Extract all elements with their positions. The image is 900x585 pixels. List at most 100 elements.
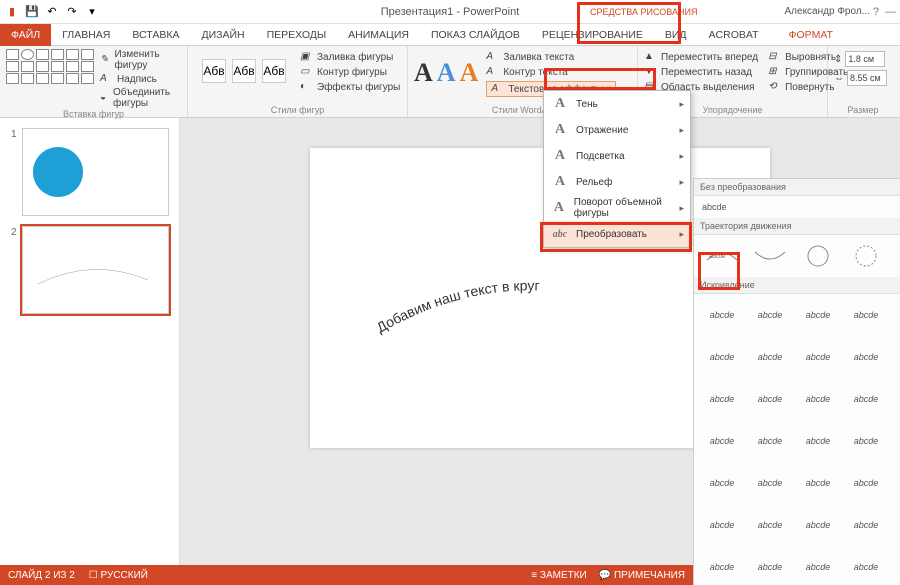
tab-slideshow[interactable]: ПОКАЗ СЛАЙДОВ bbox=[420, 24, 531, 46]
notes-button[interactable]: ≡ ЗАМЕТКИ bbox=[531, 570, 586, 581]
tab-file[interactable]: ФАЙЛ bbox=[0, 24, 51, 46]
text-fill-icon: A bbox=[486, 51, 500, 63]
warp-option[interactable]: abcde bbox=[798, 426, 838, 456]
warp-option[interactable]: abcde bbox=[846, 552, 886, 582]
warp-option[interactable]: abcde bbox=[798, 384, 838, 414]
help-icon[interactable]: ? bbox=[873, 6, 879, 18]
warp-option[interactable]: abcde bbox=[846, 342, 886, 372]
letter-a-icon: A bbox=[552, 122, 568, 138]
warp-follow-path-option[interactable] bbox=[798, 241, 838, 271]
warp-option[interactable]: abcde bbox=[846, 510, 886, 540]
warp-option[interactable]: abcde bbox=[798, 510, 838, 540]
warp-option[interactable]: abcde bbox=[702, 300, 742, 330]
chevron-right-icon: ▸ bbox=[679, 177, 684, 188]
slide-thumbnail-panel: 1 2 bbox=[0, 118, 180, 565]
minimize-icon[interactable]: — bbox=[885, 6, 896, 18]
bring-forward-button[interactable]: ▲Переместить вперед bbox=[644, 51, 758, 63]
chevron-right-icon: ▸ bbox=[679, 229, 684, 240]
warp-option[interactable]: abcde bbox=[846, 468, 886, 498]
fx-3drotation[interactable]: AПоворот объемной фигуры▸ bbox=[544, 195, 690, 221]
window-buttons: ? — bbox=[873, 6, 896, 18]
start-icon[interactable]: ▾ bbox=[84, 4, 100, 20]
warp-option[interactable]: abcde bbox=[798, 300, 838, 330]
warp-follow-path-option[interactable]: abcde bbox=[702, 241, 742, 271]
edit-shape-icon: ✎ bbox=[100, 54, 112, 66]
ribbon-group-shapes: ✎Изменить фигуру AНадпись ◒Объединить фи… bbox=[0, 46, 188, 117]
warp-option[interactable]: abcde bbox=[846, 426, 886, 456]
tab-transitions[interactable]: ПЕРЕХОДЫ bbox=[256, 24, 338, 46]
transform-gallery: Без преобразования abcde Траектория движ… bbox=[693, 178, 900, 585]
fx-shadow[interactable]: AТень▸ bbox=[544, 91, 690, 117]
warp-option[interactable]: abcde bbox=[750, 552, 790, 582]
language-indicator[interactable]: ☐ РУССКИЙ bbox=[89, 570, 148, 581]
textbox-icon: A bbox=[100, 73, 114, 85]
tab-review[interactable]: РЕЦЕНЗИРОВАНИЕ bbox=[531, 24, 654, 46]
warp-option[interactable]: abcde bbox=[846, 300, 886, 330]
warp-follow-path-option[interactable] bbox=[846, 241, 886, 271]
app-title: Презентация1 - PowerPoint bbox=[381, 6, 520, 18]
warp-option[interactable]: abcde bbox=[702, 426, 742, 456]
tab-animation[interactable]: АНИМАЦИЯ bbox=[337, 24, 420, 46]
save-icon[interactable]: 💾 bbox=[24, 4, 40, 20]
thumb-number: 1 bbox=[11, 129, 17, 140]
tab-format[interactable]: ФОРМАТ bbox=[778, 24, 844, 46]
wordart-gallery[interactable]: A A A bbox=[414, 58, 478, 88]
warp-option[interactable]: abcde bbox=[702, 510, 742, 540]
slide-counter[interactable]: СЛАЙД 2 ИЗ 2 bbox=[8, 570, 75, 581]
send-backward-button[interactable]: ▼Переместить назад bbox=[644, 66, 758, 78]
shape-outline-button[interactable]: ▭Контур фигуры bbox=[300, 66, 400, 78]
quick-access-toolbar: ▮ 💾 ↶ ↷ ▾ bbox=[0, 4, 104, 20]
tab-acrobat[interactable]: ACROBAT bbox=[698, 24, 770, 46]
merge-shapes-button[interactable]: ◒Объединить фигуры bbox=[100, 87, 181, 109]
edit-shape-button[interactable]: ✎Изменить фигуру bbox=[100, 49, 181, 71]
warp-option[interactable]: abcde bbox=[750, 468, 790, 498]
curved-text[interactable]: Добавим наш текст в круг bbox=[370, 268, 670, 348]
merge-icon: ◒ bbox=[100, 92, 110, 104]
slide-thumbnail[interactable]: 1 bbox=[22, 128, 169, 216]
align-icon: ⊟ bbox=[768, 51, 782, 63]
outline-icon: ▭ bbox=[300, 66, 314, 78]
app-icon: ▮ bbox=[4, 4, 20, 20]
warp-option[interactable]: abcde bbox=[846, 384, 886, 414]
width-input[interactable]: ⇔ 8.55 см bbox=[834, 70, 892, 86]
context-tab-group-label: СРЕДСТВА РИСОВАНИЯ bbox=[590, 7, 697, 17]
warp-follow-path-option[interactable] bbox=[750, 241, 790, 271]
user-name[interactable]: Александр Фрол... bbox=[785, 6, 871, 17]
tab-home[interactable]: ГЛАВНАЯ bbox=[51, 24, 121, 46]
warp-option[interactable]: abcde bbox=[750, 510, 790, 540]
text-fill-button[interactable]: AЗаливка текста bbox=[486, 51, 616, 63]
warp-option[interactable]: abcde bbox=[750, 300, 790, 330]
text-outline-button[interactable]: AКонтур текста bbox=[486, 66, 616, 78]
shape-fill-button[interactable]: ▣Заливка фигуры bbox=[300, 51, 400, 63]
fx-transform[interactable]: abcПреобразовать▸ bbox=[544, 221, 690, 247]
warp-option[interactable]: abcde bbox=[702, 342, 742, 372]
warp-option[interactable]: abcde bbox=[750, 342, 790, 372]
warp-none-option[interactable]: abcde bbox=[694, 196, 900, 218]
shape-style-gallery[interactable]: АбвАбвАбв bbox=[194, 55, 294, 87]
fx-bevel[interactable]: AРельеф▸ bbox=[544, 169, 690, 195]
warp-option[interactable]: abcde bbox=[750, 426, 790, 456]
warp-option[interactable]: abcde bbox=[798, 552, 838, 582]
textbox-button[interactable]: AНадпись bbox=[100, 73, 181, 85]
tab-insert[interactable]: ВСТАВКА bbox=[121, 24, 190, 46]
thumb-shape-icon bbox=[33, 147, 83, 197]
redo-icon[interactable]: ↷ bbox=[64, 4, 80, 20]
ribbon-group-label: Стили фигур bbox=[194, 105, 401, 117]
warp-option[interactable]: abcde bbox=[798, 468, 838, 498]
fx-glow[interactable]: AПодсветка▸ bbox=[544, 143, 690, 169]
shapes-gallery[interactable] bbox=[6, 49, 94, 109]
comments-button[interactable]: 💬 ПРИМЕЧАНИЯ bbox=[599, 570, 685, 581]
tab-design[interactable]: ДИЗАЙН bbox=[190, 24, 255, 46]
slide-thumbnail[interactable]: 2 bbox=[22, 226, 169, 314]
warp-option[interactable]: abcde bbox=[798, 342, 838, 372]
shape-effects-button[interactable]: ◐Эффекты фигуры bbox=[300, 81, 400, 93]
undo-icon[interactable]: ↶ bbox=[44, 4, 60, 20]
fx-reflection[interactable]: AОтражение▸ bbox=[544, 117, 690, 143]
tab-view[interactable]: ВИД bbox=[654, 24, 698, 46]
warp-option[interactable]: abcde bbox=[702, 468, 742, 498]
height-input[interactable]: ⇕ 1.8 см bbox=[834, 51, 892, 67]
warp-option[interactable]: abcde bbox=[702, 384, 742, 414]
warp-option[interactable]: abcde bbox=[750, 384, 790, 414]
warp-option[interactable]: abcde bbox=[702, 552, 742, 582]
send-backward-icon: ▼ bbox=[644, 66, 658, 78]
